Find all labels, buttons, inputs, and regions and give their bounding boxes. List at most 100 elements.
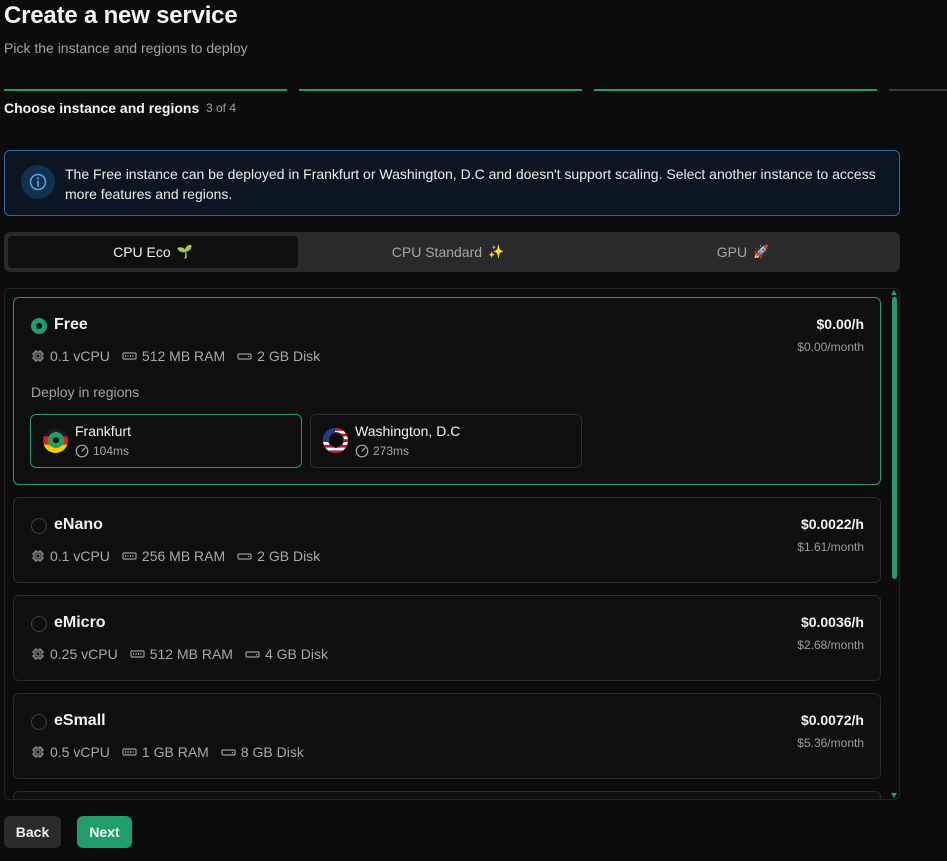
progress-segment-3: [594, 89, 877, 91]
region-name: Frankfurt: [75, 423, 132, 439]
disk-spec: 2 GB Disk: [237, 548, 320, 564]
instance-radio[interactable]: [31, 518, 47, 534]
instance-card-enano[interactable]: eNano 0.1 vCPU 256 MB RAM 2 GB Disk $0.0…: [13, 497, 881, 583]
list-scrollbar[interactable]: [892, 297, 897, 579]
ram-spec: 512 MB RAM: [122, 348, 225, 364]
vcpu-spec: 0.1 vCPU: [31, 548, 110, 564]
progress-segment-1: [4, 89, 287, 91]
progress-segment-4: [889, 89, 947, 91]
next-button[interactable]: Next: [77, 816, 132, 848]
memory-icon: [130, 650, 145, 658]
instance-card-next-partial[interactable]: [13, 791, 881, 799]
ram-spec: 256 MB RAM: [122, 548, 225, 564]
ram-value: 1 GB RAM: [141, 744, 209, 760]
cpu-icon: [32, 350, 44, 362]
vcpu-spec: 0.5 vCPU: [31, 744, 110, 760]
region-latency: 104ms: [75, 444, 129, 458]
disk-spec: 8 GB Disk: [221, 744, 304, 760]
gauge-icon: [355, 444, 369, 458]
ram-value: 256 MB RAM: [141, 548, 226, 564]
ram-spec: 1 GB RAM: [122, 744, 209, 760]
step-title: Choose instance and regions: [4, 100, 200, 116]
disk-icon: [221, 749, 236, 756]
tab-cpu-eco[interactable]: CPU Eco 🌱: [8, 236, 298, 268]
vcpu-spec: 0.25 vCPU: [31, 646, 118, 662]
region-radio[interactable]: [328, 432, 344, 448]
ram-value: 512 MB RAM: [149, 646, 233, 662]
region-latency: 273ms: [355, 444, 409, 458]
sparkles-icon: ✨: [488, 244, 505, 259]
instance-list[interactable]: Free 0.1 vCPU 512 MB RAM 2 GB Disk $0.00…: [4, 288, 900, 800]
disk-icon: [237, 553, 252, 560]
progress-segment-2: [299, 89, 582, 91]
latency-value: 273ms: [373, 444, 410, 458]
disk-icon: [237, 353, 252, 360]
price-per-month: $5.36/month: [797, 736, 864, 750]
instance-card-emicro[interactable]: eMicro 0.25 vCPU 512 MB RAM 4 GB Disk $0…: [13, 595, 881, 681]
disk-spec: 4 GB Disk: [245, 646, 328, 662]
create-service-page: Create a new service Pick the instance a…: [0, 0, 947, 861]
memory-icon: [122, 352, 137, 360]
scroll-down-arrow-icon[interactable]: [891, 793, 897, 798]
instance-card-esmall[interactable]: eSmall 0.5 vCPU 1 GB RAM 8 GB Disk $0.00…: [13, 693, 881, 779]
scroll-up-arrow-icon[interactable]: [891, 290, 897, 295]
instance-name: eNano: [54, 516, 103, 533]
vcpu-value: 0.1 vCPU: [50, 548, 110, 564]
seedling-icon: 🌱: [176, 244, 193, 259]
cpu-icon: [32, 648, 44, 660]
tab-gpu-label: GPU: [716, 244, 748, 260]
instance-card-free[interactable]: Free 0.1 vCPU 512 MB RAM 2 GB Disk $0.00…: [13, 297, 881, 485]
price-per-month: $0.00/month: [797, 340, 864, 354]
region-radio[interactable]: [48, 432, 64, 448]
region-option-frankfurt[interactable]: Frankfurt 104ms: [30, 414, 302, 468]
memory-icon: [122, 552, 137, 560]
instance-radio[interactable]: [31, 616, 47, 632]
disk-icon: [245, 651, 260, 658]
info-alert: The Free instance can be deployed in Fra…: [4, 150, 900, 216]
price-per-hour: $0.0072/h: [800, 712, 864, 728]
instance-name: eMicro: [54, 614, 106, 631]
instance-specs: 0.5 vCPU 1 GB RAM 8 GB Disk: [31, 744, 316, 760]
back-button[interactable]: Back: [4, 816, 61, 848]
price-per-hour: $0.00/h: [816, 316, 864, 332]
page-title: Create a new service: [4, 2, 238, 29]
vcpu-spec: 0.1 vCPU: [31, 348, 110, 364]
latency-value: 104ms: [93, 444, 130, 458]
cpu-icon: [32, 550, 44, 562]
tab-cpu-standard[interactable]: CPU Standard ✨: [303, 236, 593, 268]
instance-radio[interactable]: [31, 318, 47, 334]
region-name: Washington, D.C: [355, 423, 461, 439]
step-count: 3 of 4: [206, 101, 237, 115]
info-icon: [21, 165, 55, 199]
gauge-icon: [75, 444, 89, 458]
deploy-regions-label: Deploy in regions: [31, 384, 140, 400]
ram-value: 512 MB RAM: [141, 348, 226, 364]
tab-cpu-standard-label: CPU Standard: [391, 244, 483, 260]
rocket-icon: 🚀: [753, 244, 770, 259]
ram-spec: 512 MB RAM: [130, 646, 233, 662]
step-progress-bar: [4, 89, 947, 92]
tab-cpu-eco-label: CPU Eco: [113, 244, 171, 260]
instance-radio[interactable]: [31, 714, 47, 730]
instance-specs: 0.1 vCPU 256 MB RAM 2 GB Disk: [31, 548, 332, 564]
cpu-icon: [32, 746, 44, 758]
region-option-washington[interactable]: Washington, D.C 273ms: [310, 414, 582, 468]
instance-name: Free: [54, 316, 88, 333]
page-subtitle: Pick the instance and regions to deploy: [4, 40, 248, 56]
price-per-hour: $0.0036/h: [800, 614, 864, 630]
info-alert-text: The Free instance can be deployed in Fra…: [65, 166, 876, 202]
price-per-month: $1.61/month: [797, 540, 864, 554]
instance-category-tabs: CPU Eco 🌱 CPU Standard ✨ GPU 🚀: [4, 232, 900, 272]
vcpu-value: 0.1 vCPU: [50, 348, 110, 364]
price-per-month: $2.68/month: [797, 638, 864, 652]
tab-gpu[interactable]: GPU 🚀: [598, 236, 888, 268]
disk-value: 8 GB Disk: [240, 744, 304, 760]
disk-value: 2 GB Disk: [257, 348, 321, 364]
disk-value: 2 GB Disk: [257, 548, 321, 564]
memory-icon: [122, 748, 137, 756]
disk-spec: 2 GB Disk: [237, 348, 320, 364]
instance-name: eSmall: [54, 712, 106, 729]
price-per-hour: $0.0022/h: [800, 516, 864, 532]
vcpu-value: 0.5 vCPU: [50, 744, 110, 760]
instance-specs: 0.1 vCPU 512 MB RAM 2 GB Disk: [31, 348, 332, 364]
